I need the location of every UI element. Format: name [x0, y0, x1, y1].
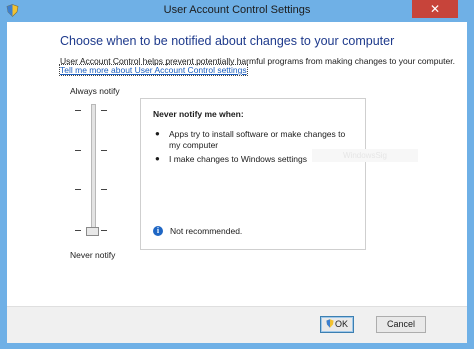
- window-title: User Account Control Settings: [163, 4, 311, 16]
- bullet-icon: ●: [155, 154, 160, 163]
- slider-tick: [101, 110, 107, 111]
- slider-tick: [75, 230, 81, 231]
- slider-bottom-label: Never notify: [70, 250, 116, 260]
- slider-tick: [101, 230, 107, 231]
- bullet-icon: ●: [155, 129, 160, 138]
- list-item: Apps try to install software or make cha…: [169, 129, 346, 150]
- setting-description-panel: Never notify me when: ● Apps try to inst…: [140, 98, 366, 250]
- cancel-button[interactable]: Cancel: [376, 316, 426, 333]
- uac-shield-icon: [326, 319, 334, 328]
- dialog-content: Choose when to be notified about changes…: [7, 22, 467, 343]
- button-bar: OK Cancel: [7, 306, 467, 343]
- page-heading: Choose when to be notified about changes…: [60, 34, 395, 48]
- slider-tick: [75, 110, 81, 111]
- uac-settings-window: User Account Control Settings ✕ Choose w…: [0, 0, 474, 349]
- title-bar: User Account Control Settings ✕: [0, 0, 474, 22]
- watermark-text: WindowsSig: [312, 149, 418, 162]
- panel-title: Never notify me when:: [153, 109, 244, 119]
- info-icon: i: [153, 226, 163, 236]
- close-button[interactable]: ✕: [412, 0, 458, 18]
- slider-tick: [101, 150, 107, 151]
- learn-more-link[interactable]: Tell me more about User Account Control …: [59, 64, 248, 76]
- notify-slider-thumb[interactable]: [86, 227, 99, 236]
- slider-top-label: Always notify: [70, 86, 120, 96]
- ok-button[interactable]: OK: [320, 316, 354, 333]
- slider-tick: [75, 189, 81, 190]
- slider-tick: [75, 150, 81, 151]
- recommendation-note: Not recommended.: [170, 226, 243, 236]
- slider-tick: [101, 189, 107, 190]
- notify-slider-track[interactable]: [91, 104, 96, 236]
- ok-button-label: OK: [334, 319, 348, 329]
